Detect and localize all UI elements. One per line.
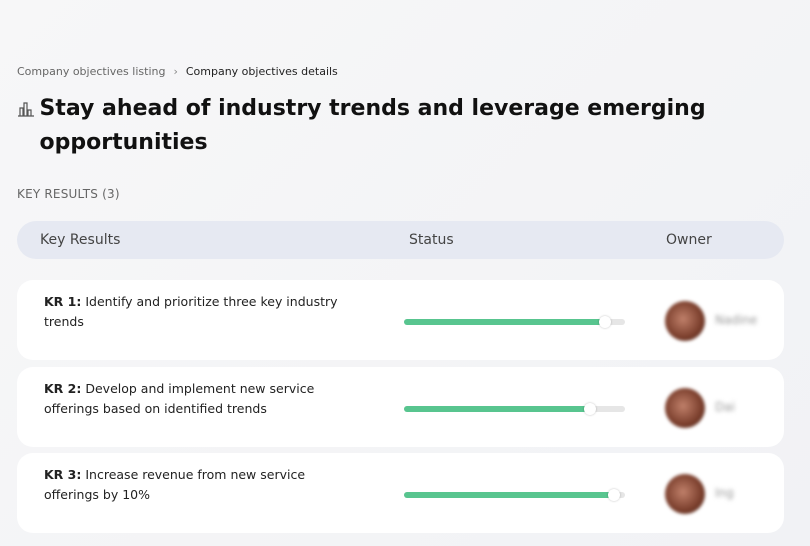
progress-handle[interactable] — [583, 403, 596, 415]
key-result-text: KR 1: Identify and prioritize three key … — [44, 292, 344, 332]
key-result-id: KR 2: — [44, 381, 82, 396]
progress-fill — [404, 492, 614, 498]
key-result-id: KR 3: — [44, 467, 82, 482]
progress-handle[interactable] — [607, 489, 620, 501]
breadcrumb-current: Company objectives details — [185, 65, 338, 78]
table-header: Key Results Status Owner — [17, 221, 784, 259]
owner-name: Ing — [715, 486, 734, 500]
avatar — [665, 474, 705, 514]
header-status: Status — [409, 232, 454, 248]
progress-handle[interactable] — [599, 316, 612, 328]
table-row[interactable]: KR 3: Increase revenue from new service … — [17, 453, 784, 533]
key-result-description: Identify and prioritize three key indust… — [44, 294, 338, 329]
page-title: Stay ahead of industry trends and levera… — [39, 96, 706, 155]
breadcrumb: Company objectives listing › Company obj… — [17, 65, 338, 78]
header-key-results: Key Results — [40, 232, 121, 248]
owner-name: Nadine — [715, 313, 758, 327]
owner-name: Dai — [715, 400, 735, 414]
breadcrumb-link-listing[interactable]: Company objectives listing — [17, 65, 165, 78]
key-result-text: KR 3: Increase revenue from new service … — [44, 465, 344, 505]
bar-chart-building-icon — [17, 92, 40, 160]
key-result-id: KR 1: — [44, 294, 82, 309]
key-result-description: Increase revenue from new service offeri… — [44, 467, 306, 502]
objective-header: Stay ahead of industry trends and levera… — [17, 92, 717, 160]
avatar — [665, 388, 705, 428]
key-results-count: KEY RESULTS (3) — [17, 187, 120, 201]
progress-bar[interactable] — [404, 316, 625, 328]
progress-fill — [404, 319, 606, 325]
key-result-text: KR 2: Develop and implement new service … — [44, 379, 344, 419]
avatar — [665, 301, 705, 341]
progress-fill — [404, 406, 590, 412]
breadcrumb-separator: › — [173, 65, 178, 78]
table-row[interactable]: KR 2: Develop and implement new service … — [17, 367, 784, 447]
progress-bar[interactable] — [404, 403, 625, 415]
table-row[interactable]: KR 1: Identify and prioritize three key … — [17, 280, 784, 360]
header-owner: Owner — [666, 232, 712, 248]
key-result-description: Develop and implement new service offeri… — [44, 381, 315, 416]
progress-bar[interactable] — [404, 489, 625, 501]
